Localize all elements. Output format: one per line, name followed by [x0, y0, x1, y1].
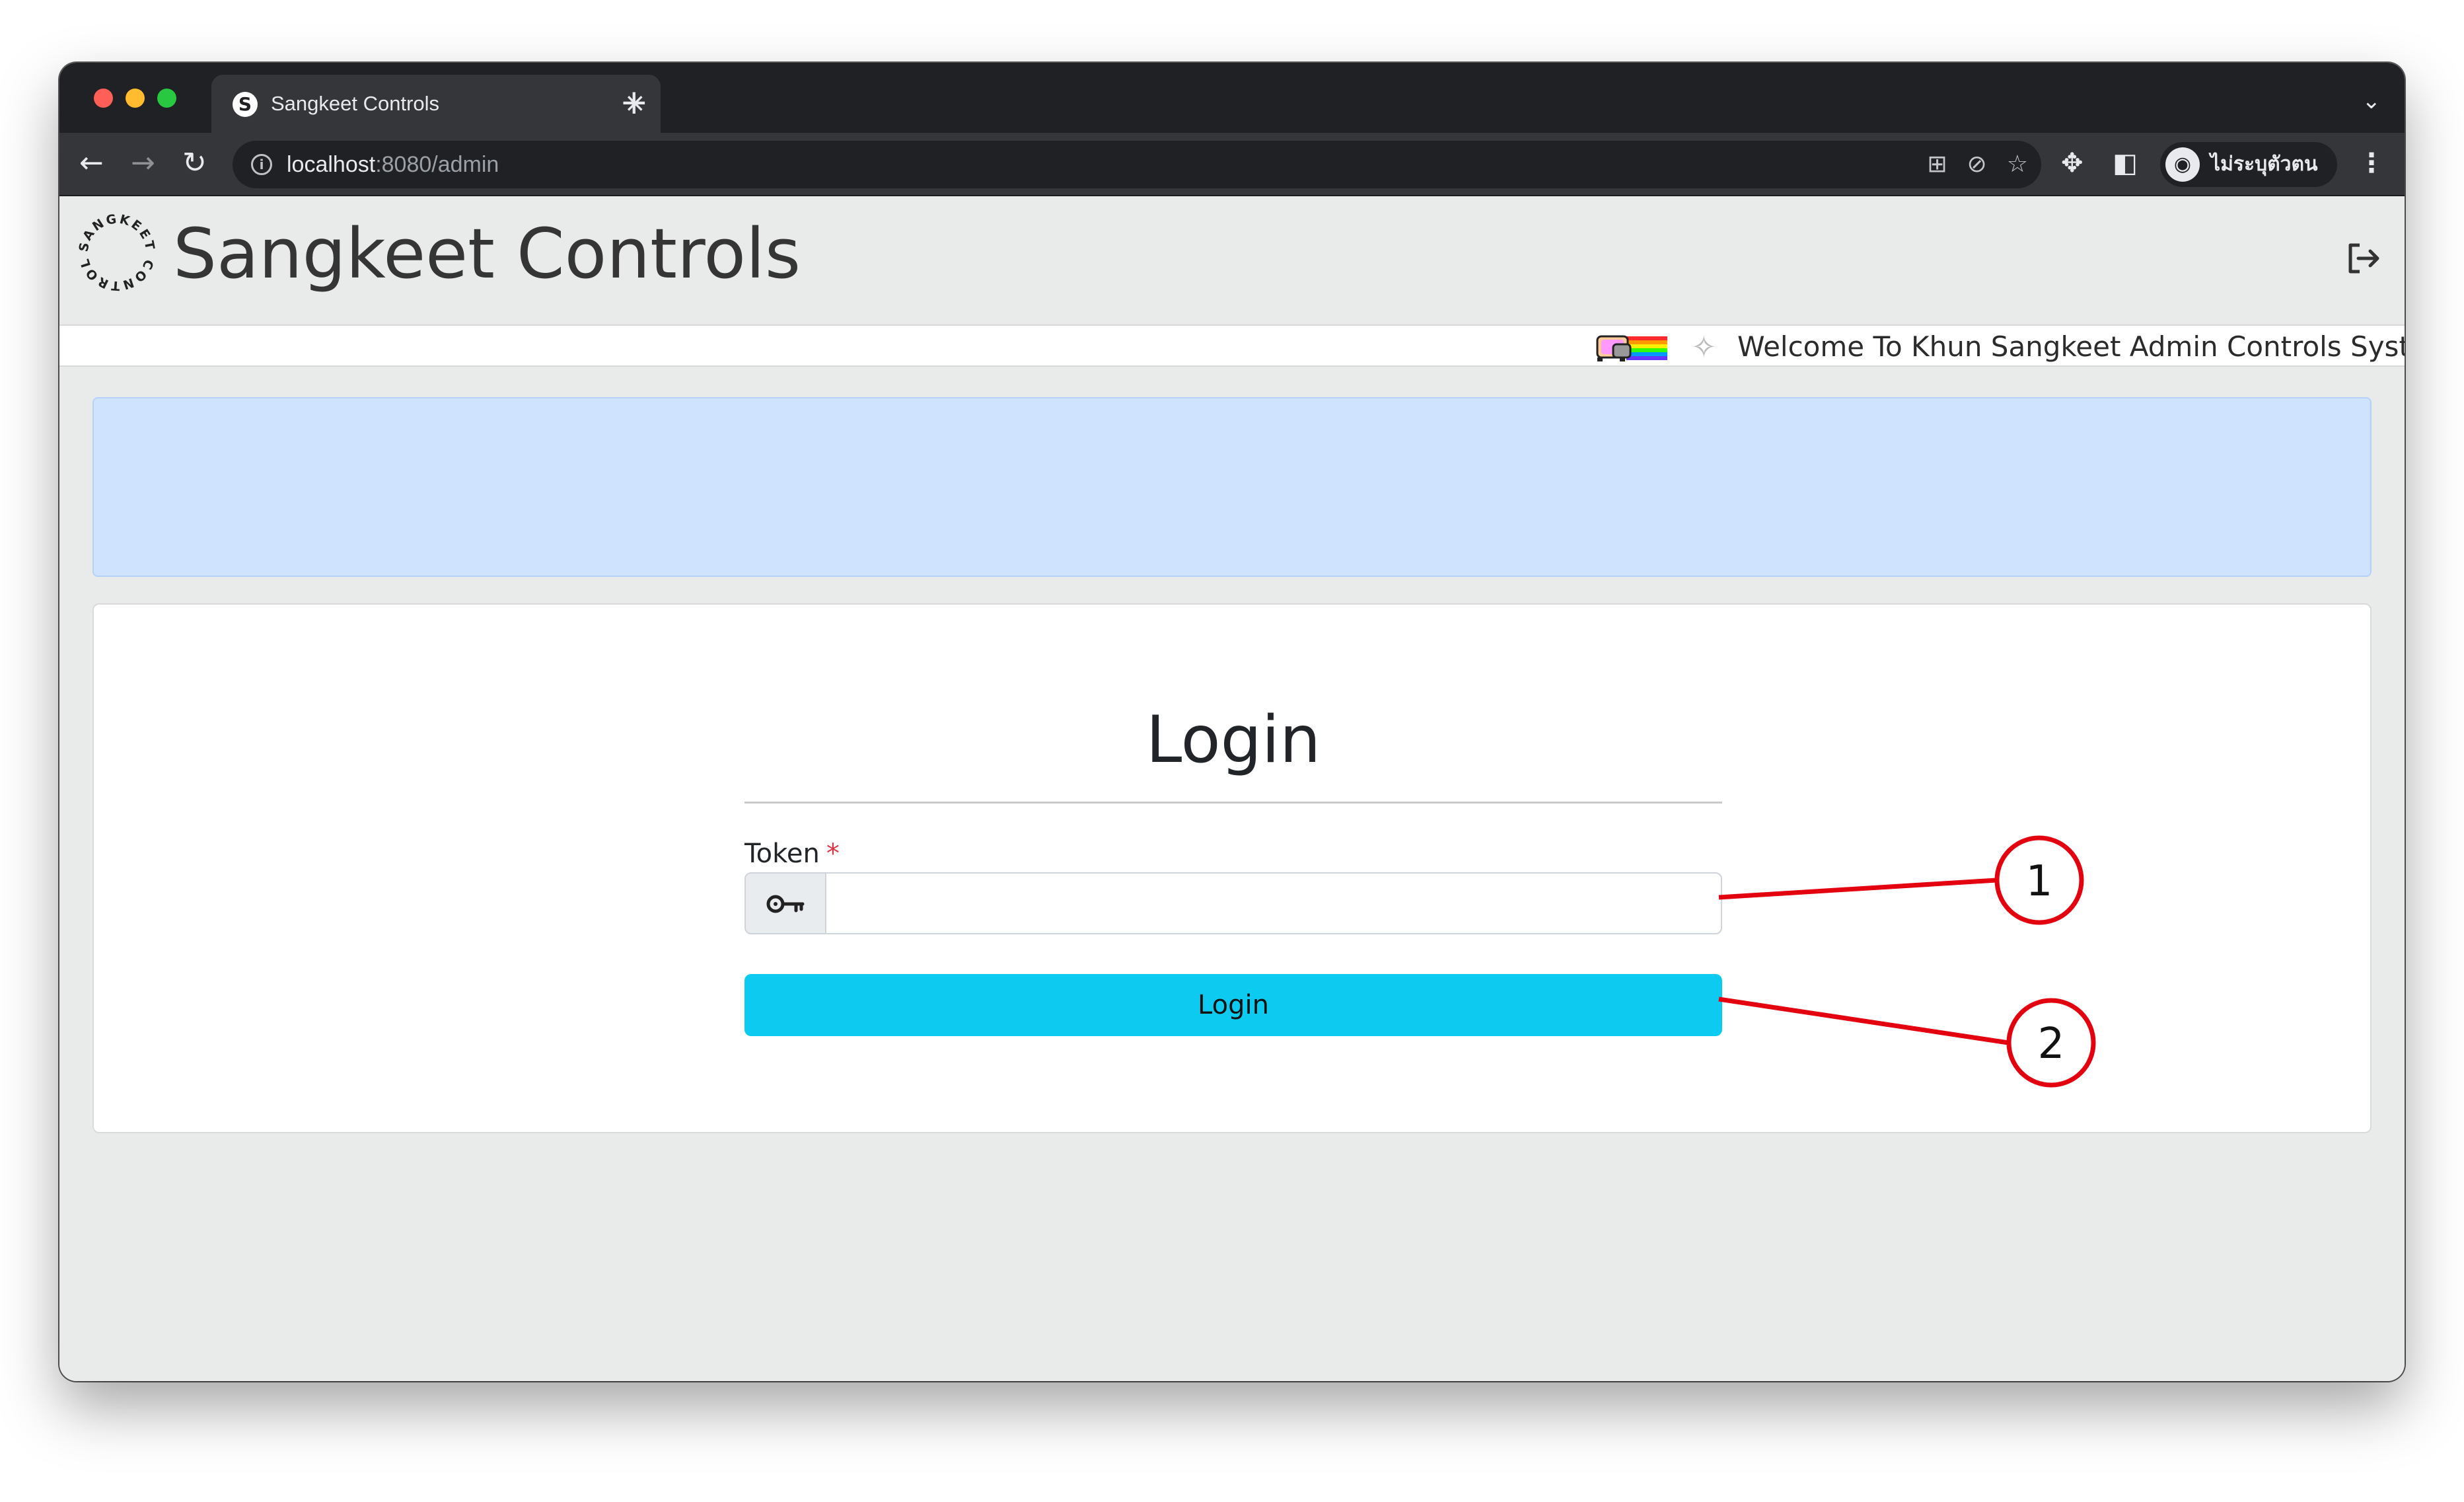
tab-strip: S Sangkeet Controls × + ⌄ [59, 63, 2405, 133]
puzzle-icon[interactable]: ✥ [2061, 146, 2084, 180]
maximize-window-button[interactable] [157, 89, 176, 108]
logo-icon[interactable]: SANGKEET CONTROL [74, 209, 160, 295]
minimize-window-button[interactable] [126, 89, 145, 108]
url-host: localhost [287, 152, 376, 177]
tab-title: Sangkeet Controls [271, 92, 440, 115]
app-header: SANGKEET CONTROL Sangkeet Controls [59, 196, 2405, 324]
back-arrow-icon[interactable]: ← [79, 146, 104, 180]
translate-icon[interactable]: ⊞ [1927, 150, 1947, 179]
welcome-marquee: ✧ Welcome To Khun Sangkeet Admin Control… [59, 324, 2405, 367]
svg-text:SANGKEET CONTROL: SANGKEET CONTROL [77, 211, 158, 293]
address-bar-actions: ⊞ ⊘ ☆ [1927, 150, 2028, 179]
side-panel-icon[interactable]: ◧ [2113, 146, 2138, 180]
url-path: :8080/admin [375, 152, 499, 177]
star-icon[interactable]: ☆ [2007, 150, 2028, 179]
required-mark: * [826, 839, 840, 869]
reload-icon[interactable]: ↻ [182, 146, 207, 180]
forward-arrow-icon[interactable]: → [131, 146, 155, 180]
login-heading: Login [1145, 702, 1321, 778]
url-text[interactable]: localhost:8080/admin [287, 150, 499, 179]
sparkle-icon: ✧ [1691, 329, 1717, 365]
favicon-icon: S [233, 92, 258, 117]
incognito-icon: ◉ [2165, 147, 2200, 182]
kebab-menu-icon[interactable]: ⋮ [2358, 146, 2385, 180]
token-input-group [744, 872, 1722, 934]
info-icon[interactable]: i [251, 154, 272, 175]
page-content: SANGKEET CONTROL Sangkeet Controls ✧ Wel… [59, 196, 2405, 1381]
logo-text: SANGKEET CONTROL [77, 211, 156, 293]
browser-window: S Sangkeet Controls × + ⌄ ← → ↻ i localh… [59, 63, 2405, 1381]
login-button[interactable]: Login [744, 974, 1722, 1036]
welcome-text: Welcome To Khun Sangkeet Admin Controls … [1737, 330, 2405, 363]
new-tab-button[interactable]: + [620, 83, 649, 122]
page-title: Sangkeet Controls [173, 213, 801, 294]
logout-icon[interactable] [2345, 240, 2382, 277]
token-addon [744, 872, 826, 934]
divider [744, 802, 1722, 804]
profile-button[interactable]: ◉ ไม่ระบุตัวตน [2160, 142, 2337, 187]
tab-sangkeet-controls[interactable]: S Sangkeet Controls × [211, 75, 661, 133]
nyan-cat-icon [1596, 335, 1667, 361]
info-alert [92, 397, 2372, 577]
token-input[interactable] [825, 872, 1722, 934]
browser-toolbar: ← → ↻ i localhost:8080/admin ⊞ ⊘ ☆ ✥ ◧ ◉… [59, 133, 2405, 196]
close-window-button[interactable] [94, 89, 113, 108]
address-bar[interactable]: i localhost:8080/admin ⊞ ⊘ ☆ [233, 141, 2041, 188]
eye-off-icon[interactable]: ⊘ [1967, 150, 1987, 179]
profile-label: ไม่ระบุตัวตน [2210, 153, 2318, 176]
login-card: Login Token * Login [92, 603, 2372, 1133]
tab-search-icon[interactable]: ⌄ [2362, 88, 2381, 114]
token-label-text: Token [744, 839, 820, 869]
token-label: Token * [744, 836, 840, 872]
key-icon [766, 895, 805, 913]
